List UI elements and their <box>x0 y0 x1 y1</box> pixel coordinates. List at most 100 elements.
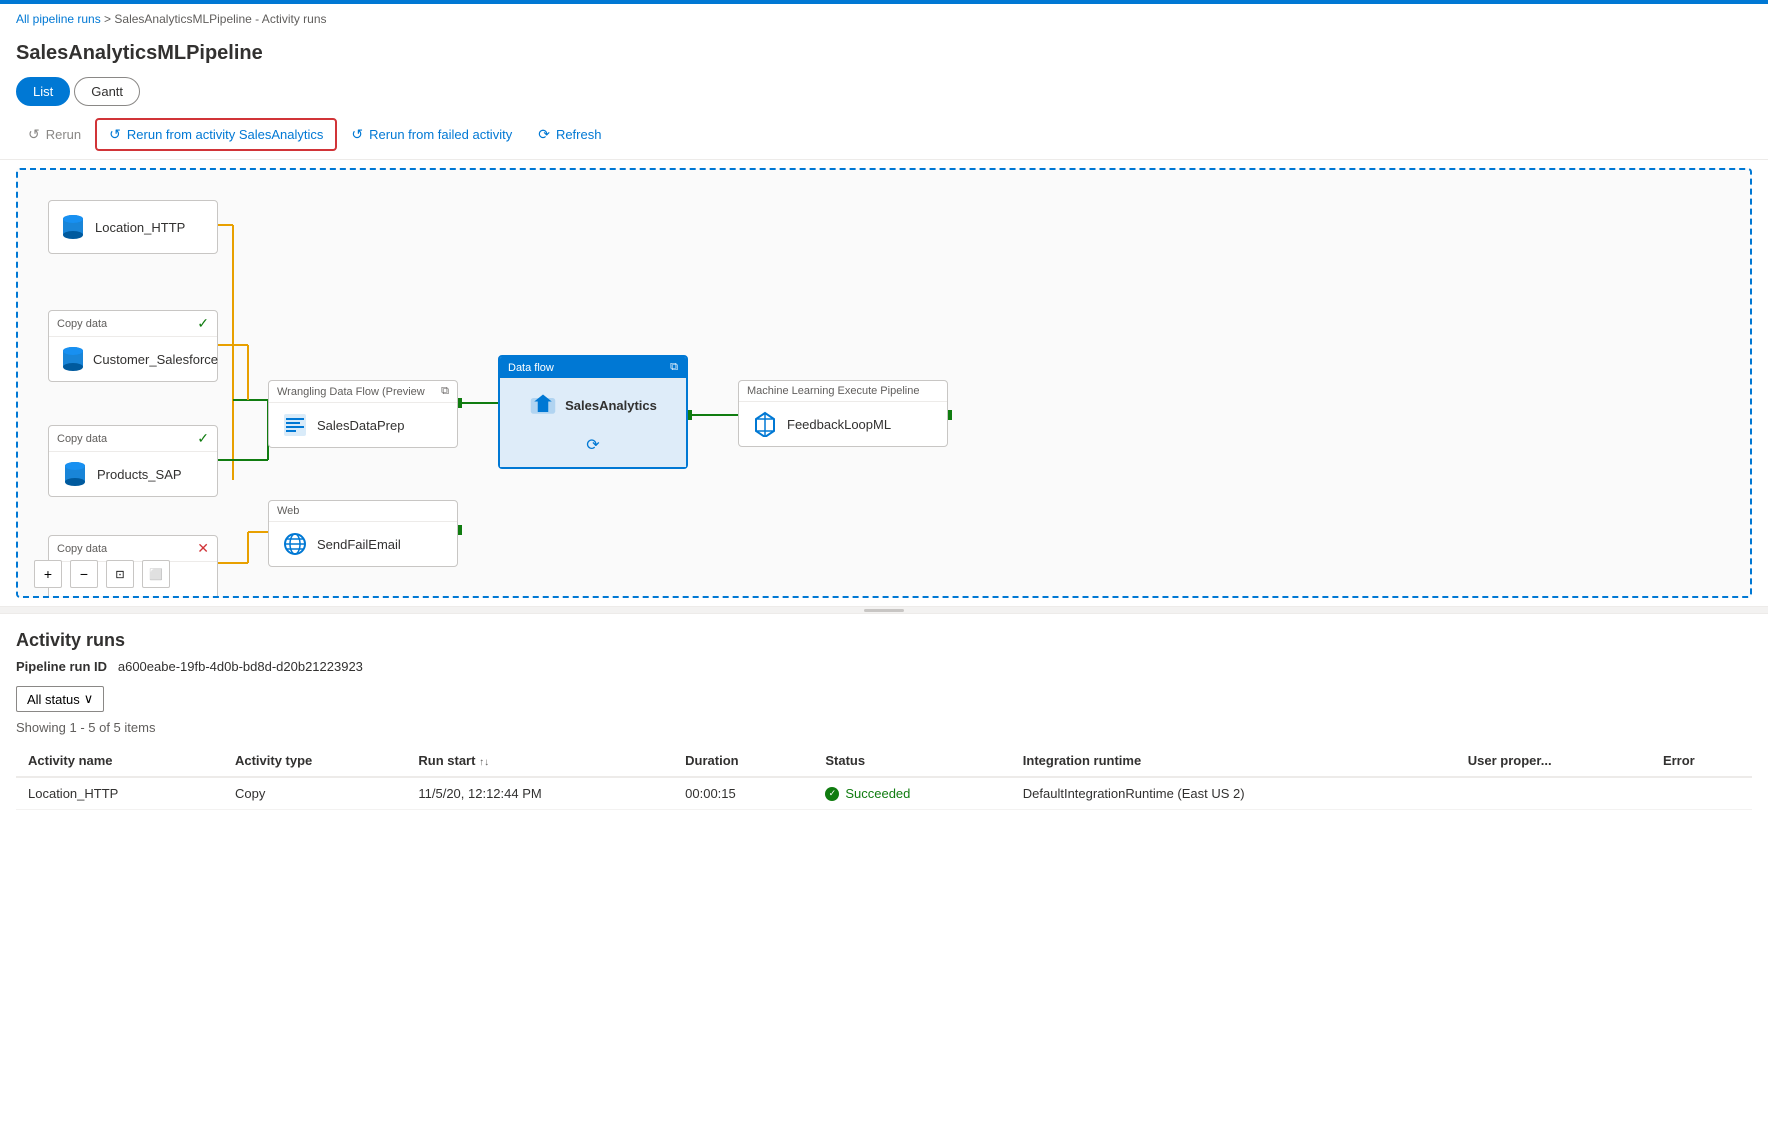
dataflow-icon-salesanalytics <box>529 391 557 419</box>
node-customer-header: Copy data ✓ <box>49 311 217 337</box>
status-succeeded-text: Succeeded <box>845 786 910 801</box>
refresh-button[interactable]: ⟳ Refresh <box>526 120 613 149</box>
col-status: Status <box>813 745 1010 777</box>
col-activity-name: Activity name <box>16 745 223 777</box>
rerun-activity-label: Rerun from activity SalesAnalytics <box>127 127 324 142</box>
cell-integration-runtime: DefaultIntegrationRuntime (East US 2) <box>1011 777 1456 810</box>
status-check-products: ✓ <box>197 430 209 447</box>
cell-duration: 00:00:15 <box>673 777 813 810</box>
status-succeeded-icon: ✓ <box>825 787 839 801</box>
database-icon <box>59 213 87 241</box>
node-salesanalytics-label: SalesAnalytics <box>565 398 657 413</box>
breadcrumb-current: SalesAnalyticsMLPipeline - Activity runs <box>114 12 326 26</box>
breadcrumb: All pipeline runs > SalesAnalyticsMLPipe… <box>0 4 1768 34</box>
zoom-out-button[interactable]: − <box>70 560 98 588</box>
filter-row: All status ∨ <box>16 686 1752 712</box>
node-products-body: Products_SAP <box>49 452 217 496</box>
canvas-area[interactable]: Location_HTTP Copy data ✓ Customer_Sales <box>18 170 1750 596</box>
col-run-start: Run start ↑↓ <box>406 745 673 777</box>
node-sendfail-label: SendFailEmail <box>317 537 401 552</box>
rerun-from-failed-button[interactable]: ↺ Rerun from failed activity <box>339 120 524 149</box>
cell-error <box>1651 777 1752 810</box>
col-activity-type: Activity type <box>223 745 406 777</box>
pipeline-run-id: Pipeline run ID a600eabe-19fb-4d0b-bd8d-… <box>16 659 1752 674</box>
cell-run-start: 11/5/20, 12:12:44 PM <box>406 777 673 810</box>
tab-gantt[interactable]: Gantt <box>74 77 140 106</box>
refresh-icon: ⟳ <box>538 126 550 143</box>
node-salesdata-label: SalesDataPrep <box>317 418 404 433</box>
dataflow-icon-salesdata <box>281 411 309 439</box>
external-link-salesanalytics: ⧉ <box>670 361 678 374</box>
web-icon <box>281 530 309 558</box>
cell-activity-type: Copy <box>223 777 406 810</box>
node-salesanalytics[interactable]: Data flow ⧉ SalesAnalytics ⟳ <box>498 355 688 469</box>
rerun-activity-icon: ↺ <box>109 126 121 143</box>
zoom-in-button[interactable]: + <box>34 560 62 588</box>
rerun-button[interactable]: ↺ Rerun <box>16 120 93 149</box>
chevron-down-icon: ∨ <box>84 691 94 707</box>
node-sendfail-body: SendFailEmail <box>269 522 457 566</box>
run-id-label: Pipeline run ID <box>16 659 107 674</box>
activity-runs-section: Activity runs Pipeline run ID a600eabe-1… <box>0 614 1768 826</box>
tab-list[interactable]: List <box>16 77 70 106</box>
sort-icon[interactable]: ↑↓ <box>479 757 489 768</box>
rerun-failed-label: Rerun from failed activity <box>369 127 512 142</box>
node-feedbackloop-body: FeedbackLoopML <box>739 402 947 446</box>
node-sendfailemail[interactable]: Web SendFailEmail <box>268 500 458 567</box>
node-feedbackloop-header: Machine Learning Execute Pipeline <box>739 381 947 402</box>
rerun-label: Rerun <box>46 127 81 142</box>
fit-button[interactable]: ⊡ <box>106 560 134 588</box>
node-products-label: Products_SAP <box>97 467 182 482</box>
resize-divider[interactable] <box>0 606 1768 614</box>
node-sendfail-header: Web <box>269 501 457 522</box>
rerun-from-activity-button[interactable]: ↺ Rerun from activity SalesAnalytics <box>95 118 337 151</box>
ml-icon <box>751 410 779 438</box>
node-salesanalytics-header: Data flow ⧉ <box>500 357 686 379</box>
resize-handle <box>864 609 904 612</box>
breadcrumb-separator: > <box>101 12 115 26</box>
table-row: Location_HTTP Copy 11/5/20, 12:12:44 PM … <box>16 777 1752 810</box>
cell-user-properties <box>1456 777 1651 810</box>
db-icon-customer <box>61 345 85 373</box>
col-error: Error <box>1651 745 1752 777</box>
node-customer-body: Customer_Salesforce <box>49 337 217 381</box>
select-button[interactable]: ⬜ <box>142 560 170 588</box>
node-feedbackloopml[interactable]: Machine Learning Execute Pipeline Feedba… <box>738 380 948 447</box>
cell-activity-name: Location_HTTP <box>16 777 223 810</box>
cell-status: ✓ Succeeded <box>813 777 1010 810</box>
refresh-label: Refresh <box>556 127 602 142</box>
node-location-http[interactable]: Location_HTTP <box>48 200 218 254</box>
pipeline-canvas: Location_HTTP Copy data ✓ Customer_Sales <box>16 168 1752 598</box>
filter-label: All status <box>27 692 80 707</box>
table-header-row: Activity name Activity type Run start ↑↓… <box>16 745 1752 777</box>
node-salesdata-header: Wrangling Data Flow (Preview ⧉ <box>269 381 457 403</box>
node-customer-salesforce[interactable]: Copy data ✓ Customer_Salesforce <box>48 310 218 382</box>
node-products-sap[interactable]: Copy data ✓ Products_SAP <box>48 425 218 497</box>
status-check-customer: ✓ <box>197 315 209 332</box>
node-salesdata-body: SalesDataPrep <box>269 403 457 447</box>
node-feedbackloop-label: FeedbackLoopML <box>787 417 891 432</box>
node-location-label: Location_HTTP <box>95 220 185 235</box>
activity-runs-table: Activity name Activity type Run start ↑↓… <box>16 745 1752 810</box>
status-error-copydata3: ✕ <box>197 540 209 557</box>
page-title: SalesAnalyticsMLPipeline <box>0 34 1768 77</box>
showing-text: Showing 1 - 5 of 5 items <box>16 720 1752 735</box>
status-filter-button[interactable]: All status ∨ <box>16 686 104 712</box>
db-icon-products <box>61 460 89 488</box>
node-copydata3-header: Copy data ✕ <box>49 536 217 562</box>
tabs-row: List Gantt <box>0 77 1768 106</box>
node-body: Location_HTTP <box>49 201 217 253</box>
rerun-icon: ↺ <box>28 126 40 143</box>
external-link-salesdata: ⧉ <box>441 385 449 398</box>
breadcrumb-link-all-runs[interactable]: All pipeline runs <box>16 12 101 26</box>
node-salesdataprep[interactable]: Wrangling Data Flow (Preview ⧉ SalesData… <box>268 380 458 448</box>
rerun-failed-icon: ↺ <box>351 126 363 143</box>
col-user-properties: User proper... <box>1456 745 1651 777</box>
loading-icon: ⟳ <box>586 437 599 454</box>
activity-runs-title: Activity runs <box>16 630 1752 651</box>
node-customer-label: Customer_Salesforce <box>93 352 218 367</box>
col-integration-runtime: Integration runtime <box>1011 745 1456 777</box>
node-products-header: Copy data ✓ <box>49 426 217 452</box>
run-id-value: a600eabe-19fb-4d0b-bd8d-d20b21223923 <box>118 659 363 674</box>
toolbar: ↺ Rerun ↺ Rerun from activity SalesAnaly… <box>0 114 1768 160</box>
